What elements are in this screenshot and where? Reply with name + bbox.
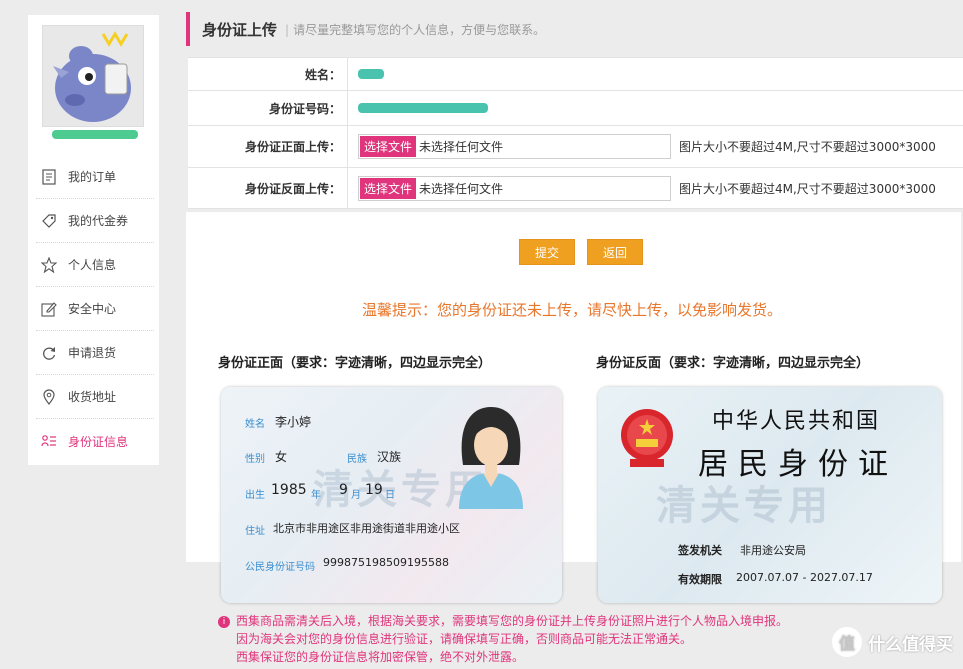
actions-panel: 提交 返回 温馨提示：您的身份证还未上传，请尽快上传，以免影响发货。 身份证正面… <box>186 212 961 603</box>
main-content: 身份证上传 请尽量完整填写您的个人信息，方便与您联系。 姓名： 身份证号码： 身… <box>186 12 963 603</box>
sidebar-item-label: 个人信息 <box>68 258 117 272</box>
sidebar-menu: 我的订单 我的代金券 个人信息 安全中心 申请退货 收货地址 身份证信息 <box>36 155 154 463</box>
sidebar-item-returns[interactable]: 申请退货 <box>36 331 154 375</box>
issuer-label: 签发机关 <box>678 544 722 557</box>
front-sex-label: 性别 <box>245 454 265 465</box>
back-title-card: 居民身份证 <box>698 447 898 482</box>
front-ethnic-label: 民族 <box>347 454 367 465</box>
front-upload-label: 身份证正面上传： <box>188 126 348 167</box>
sidebar-item-label: 我的订单 <box>68 170 117 184</box>
page-subtitle: 请尽量完整填写您的个人信息，方便与您联系。 <box>285 21 545 38</box>
validity-value: 2007.07.07 - 2027.07.17 <box>736 571 873 584</box>
avatar[interactable] <box>42 25 144 127</box>
front-birth-month: 9 <box>339 482 348 498</box>
front-file-input[interactable]: 选择文件 未选择任何文件 <box>358 134 671 159</box>
sidebar-item-label: 身份证信息 <box>68 434 129 449</box>
star-icon <box>40 256 58 274</box>
back-upload-label: 身份证反面上传： <box>188 168 348 208</box>
brand-text: 什么值得买 <box>868 634 953 655</box>
front-birth-year: 1985 <box>271 482 307 498</box>
back-size-hint: 图片大小不要超过4M,尺寸不要超过3000*3000 <box>679 181 936 196</box>
front-file-status: 未选择任何文件 <box>419 140 504 154</box>
front-year-unit: 年 <box>311 490 321 501</box>
front-birth-day: 19 <box>365 482 383 498</box>
customs-notes: i 西集商品需清关后入境，根据海关要求，需要填写您的身份证并上传身份证照片进行个人… <box>218 612 788 666</box>
sidebar-item-label: 申请退货 <box>68 346 117 360</box>
section-heading: 身份证上传 请尽量完整填写您的个人信息，方便与您联系。 <box>186 12 963 46</box>
note-line: 西集保证您的身份证信息将加密保管，绝不对外泄露。 <box>236 650 525 664</box>
id-upload-form: 姓名： 身份证号码： 身份证正面上传： 选择文件 未选择任何文件 图片大小不要超… <box>188 57 963 209</box>
sidebar-item-coupons[interactable]: 我的代金券 <box>36 199 154 243</box>
sidebar-item-label: 我的代金券 <box>68 214 129 228</box>
id-number-label: 身份证号码： <box>188 91 348 125</box>
back-file-status: 未选择任何文件 <box>419 181 504 196</box>
name-label: 姓名： <box>188 58 348 90</box>
name-value-redacted <box>358 69 384 79</box>
front-address-label: 住址 <box>245 526 265 537</box>
front-id-label: 公民身份证号码 <box>245 562 315 573</box>
front-ethnic: 汉族 <box>377 450 402 464</box>
submit-button[interactable]: 提交 <box>519 239 575 265</box>
note-line: 西集商品需清关后入境，根据海关要求，需要填写您的身份证并上传身份证照片进行个人物… <box>236 614 789 628</box>
sidebar-item-id-card[interactable]: 身份证信息 <box>36 419 154 463</box>
back-choose-file-button[interactable]: 选择文件 <box>360 177 417 199</box>
front-month-unit: 月 <box>351 490 361 501</box>
sidebar-item-address[interactable]: 收货地址 <box>36 375 154 419</box>
id-number-redacted <box>358 103 488 113</box>
info-icon: i <box>218 615 230 628</box>
note-line: 因为海关会对您的身份信息进行验证，请确保填写正确，否则商品可能无法正常通关。 <box>236 632 693 646</box>
sidebar-item-orders[interactable]: 我的订单 <box>36 155 154 199</box>
back-file-input[interactable]: 选择文件 未选择任何文件 <box>358 175 671 201</box>
coupon-tag-icon <box>40 212 58 230</box>
refresh-icon <box>40 344 58 362</box>
front-id-number: 999875198509195588 <box>323 556 449 569</box>
upload-reminder: 温馨提示：您的身份证还未上传，请尽快上传，以免影响发货。 <box>362 301 783 319</box>
front-day-unit: 日 <box>385 490 395 501</box>
issuer-value: 非用途公安局 <box>740 544 806 557</box>
front-upload-row: 身份证正面上传： 选择文件 未选择任何文件 图片大小不要超过4M,尺寸不要超过3… <box>188 126 963 168</box>
national-emblem-icon <box>621 409 673 467</box>
front-address: 北京市非用途区非用途街道非用途小区 <box>273 522 460 535</box>
front-sample-title: 身份证正面（要求：字迹清晰，四边显示完全） <box>218 356 492 371</box>
name-row: 姓名： <box>188 58 963 91</box>
id-number-row: 身份证号码： <box>188 91 963 126</box>
front-choose-file-button[interactable]: 选择文件 <box>360 136 417 157</box>
location-pin-icon <box>40 388 58 406</box>
id-card-back-sample: 清关专用 中华人民共和国 居民身份证 签发机关 非用途公安局 有效期限 2007… <box>598 387 942 603</box>
orders-icon <box>40 168 58 186</box>
id-card-icon <box>40 432 58 450</box>
front-name: 李小婷 <box>275 415 312 429</box>
page-title: 身份证上传 <box>202 20 278 39</box>
front-birth-label: 出生 <box>245 490 265 501</box>
sidebar-item-profile[interactable]: 个人信息 <box>36 243 154 287</box>
validity-label: 有效期限 <box>678 573 722 586</box>
portrait-photo <box>459 407 523 509</box>
back-button[interactable]: 返回 <box>587 239 643 265</box>
back-sample-title: 身份证反面（要求：字迹清晰，四边显示完全） <box>596 356 870 371</box>
front-size-hint: 图片大小不要超过4M,尺寸不要超过3000*3000 <box>679 140 936 154</box>
username <box>52 130 138 139</box>
front-sex: 女 <box>275 450 288 464</box>
edit-icon <box>40 300 58 318</box>
sidebar-item-label: 安全中心 <box>68 302 117 316</box>
account-sidebar: 我的订单 我的代金券 个人信息 安全中心 申请退货 收货地址 身份证信息 <box>28 15 159 465</box>
back-upload-row: 身份证反面上传： 选择文件 未选择任何文件 图片大小不要超过4M,尺寸不要超过3… <box>188 168 963 209</box>
site-watermark: 值 什么值得买 <box>832 627 953 657</box>
sidebar-item-label: 收货地址 <box>68 390 117 404</box>
sidebar-item-security[interactable]: 安全中心 <box>36 287 154 331</box>
id-card-front-sample: 清关专用 姓名 李小婷 性别 女 民族 汉族 出生 1985 年 9 月 19 … <box>221 387 562 603</box>
front-name-label: 姓名 <box>245 419 265 430</box>
brand-badge-icon: 值 <box>832 627 862 657</box>
back-title-country: 中华人民共和国 <box>712 409 881 434</box>
